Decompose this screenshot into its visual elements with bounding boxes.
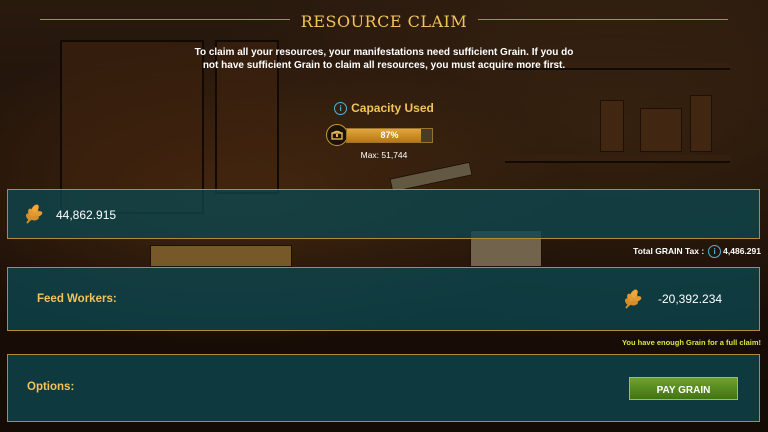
pay-grain-button[interactable]: PAY GRAIN xyxy=(629,377,738,400)
options-panel: Options: PAY GRAIN xyxy=(7,354,760,422)
wheat-icon xyxy=(624,289,642,309)
wheat-icon xyxy=(25,204,43,224)
capacity-label: Capacity Used xyxy=(351,101,434,115)
tax-line: Total GRAIN Tax : i 4,486.291 xyxy=(633,245,761,258)
page-title: RESOURCE CLAIM xyxy=(300,12,468,31)
options-label: Options: xyxy=(27,381,75,393)
capacity-bar: 87% xyxy=(346,128,433,143)
info-icon[interactable]: i xyxy=(334,102,348,116)
chest-icon xyxy=(326,124,348,146)
grain-amount: 44,862.915 xyxy=(56,208,117,222)
info-icon[interactable]: i xyxy=(708,245,722,258)
tax-value: 4,486.291 xyxy=(723,245,761,256)
tax-label: Total GRAIN Tax : xyxy=(633,245,705,256)
capacity-percent: 87% xyxy=(380,130,399,140)
feed-workers-panel: Feed Workers: -20,392.234 xyxy=(7,267,760,331)
grain-balance-panel: 44,862.915 xyxy=(7,189,760,239)
feed-workers-label: Feed Workers: xyxy=(37,293,117,305)
capacity-max: Max: 51,744 xyxy=(360,150,408,160)
capacity-heading: i Capacity Used xyxy=(0,101,768,116)
claim-status-message: You have enough Grain for a full claim! xyxy=(621,338,761,347)
intro-text: To claim all your resources, your manife… xyxy=(194,47,574,71)
feed-workers-value: -20,392.234 xyxy=(658,292,723,306)
